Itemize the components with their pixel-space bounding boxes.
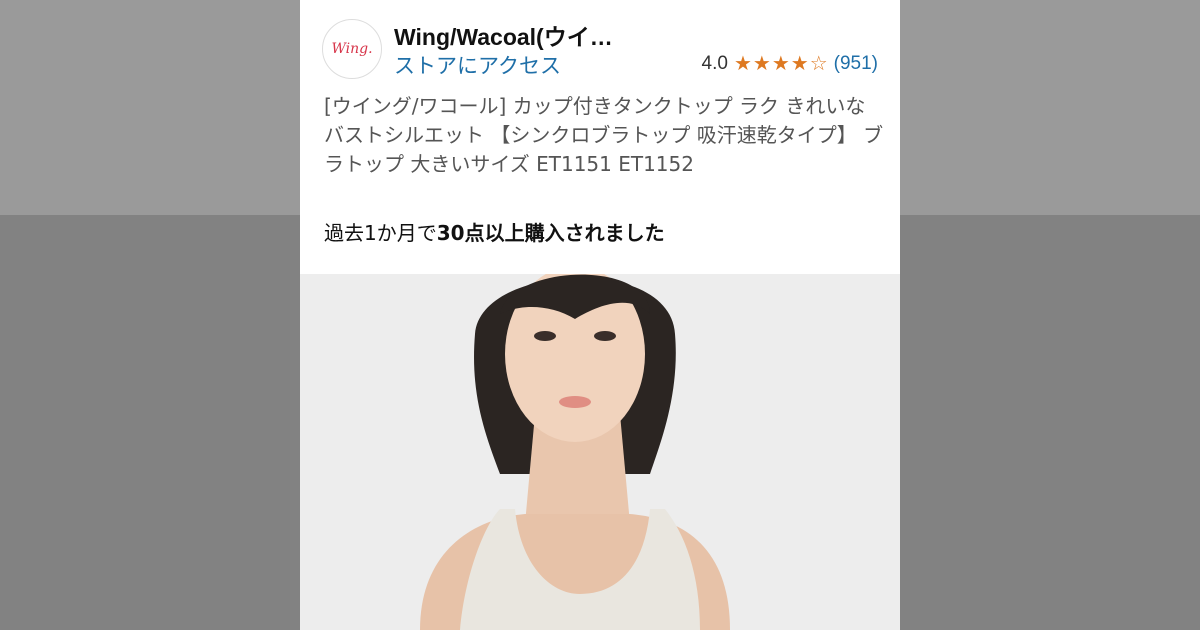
rating-summary[interactable]: 4.0 ★ ★ ★ ★ ☆ (951) xyxy=(702,53,878,75)
store-logo[interactable]: Wing. xyxy=(322,19,382,79)
purchase-prefix: 過去1か月で xyxy=(324,221,437,245)
star-outline-icon: ☆ xyxy=(809,53,828,75)
rating-stars: ★ ★ ★ ★ ☆ xyxy=(734,54,828,74)
visit-store-link[interactable]: ストアにアクセス xyxy=(394,50,561,80)
product-title[interactable]: [ウイング/ワコール] カップ付きタンクトップ ラク きれいなバストシルエット … xyxy=(324,92,884,179)
star-icon: ★ xyxy=(790,53,809,75)
review-count[interactable]: (951) xyxy=(834,53,878,75)
store-header: Wing. Wing/Wacoal(ウイ… ストアにアクセス 4.0 ★ ★ ★… xyxy=(300,0,900,92)
store-logo-text: Wing. xyxy=(331,41,373,57)
product-image[interactable] xyxy=(300,274,900,630)
star-icon: ★ xyxy=(771,53,790,75)
product-card: Wing. Wing/Wacoal(ウイ… ストアにアクセス 4.0 ★ ★ ★… xyxy=(300,0,900,630)
product-photo-illustration xyxy=(300,274,900,630)
store-name[interactable]: Wing/Wacoal(ウイ… xyxy=(394,18,664,52)
purchase-count: 過去1か月で30点以上購入されました xyxy=(324,217,665,246)
purchase-highlight: 30点以上購入されました xyxy=(436,221,665,245)
rating-value: 4.0 xyxy=(701,53,728,74)
star-icon: ★ xyxy=(752,53,771,75)
star-icon: ★ xyxy=(733,53,752,75)
